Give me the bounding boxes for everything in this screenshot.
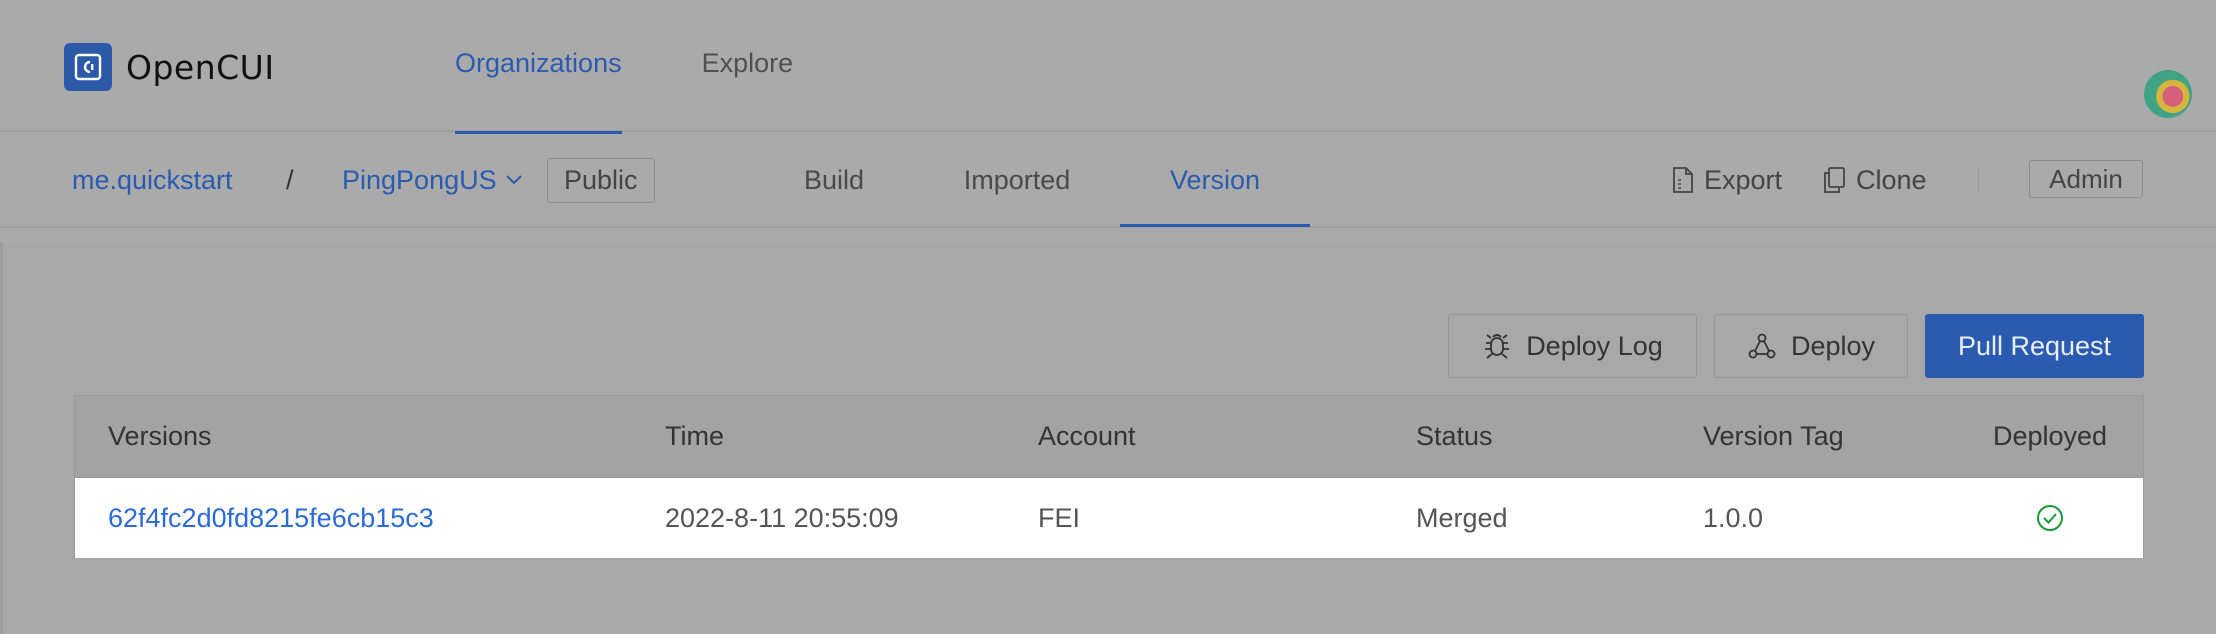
project-header: me.quickstart / PingPongUS Public Build … [0,134,2216,228]
pull-request-button[interactable]: Pull Request [1925,314,2144,378]
breadcrumb-org[interactable]: me.quickstart [72,134,233,226]
deploy-button[interactable]: Deploy [1714,314,1908,378]
version-time: 2022-8-11 20:55:09 [665,502,899,533]
chevron-down-icon [505,175,522,185]
column-account: Account [1038,421,1136,451]
top-nav: Organizations Explore [455,0,873,134]
deploy-log-button[interactable]: Deploy Log [1448,314,1697,378]
breadcrumb-separator: / [286,134,294,226]
app-logo[interactable]: OpenCUI [64,43,275,91]
top-header: OpenCUI Organizations Explore [0,0,2216,134]
user-avatar[interactable] [2144,70,2192,118]
logo-icon [64,43,112,91]
version-tag: 1.0.0 [1703,502,1764,533]
tab-version[interactable]: Version [1120,134,1310,227]
table-row[interactable]: 62f4fc2d0fd8215fe6cb15c3 2022-8-11 20:55… [75,478,2143,558]
deployed-check-icon [2036,478,2064,558]
project-selector[interactable]: PingPongUS [342,134,523,226]
tab-build[interactable]: Build [784,134,884,226]
project-name: PingPongUS [342,164,497,195]
nav-organizations[interactable]: Organizations [455,0,622,134]
table-header: Versions Time Account Status Version Tag… [75,396,2143,478]
deploy-icon [1748,333,1776,359]
tab-imported[interactable]: Imported [944,134,1090,226]
clone-label: Clone [1856,164,1927,195]
admin-button[interactable]: Admin [2029,160,2143,198]
app-name: OpenCUI [126,47,275,87]
visibility-badge: Public [547,158,655,203]
export-button[interactable]: Export [1672,134,1782,226]
copy-icon [1824,167,1845,193]
column-version-tag: Version Tag [1703,421,1844,451]
actions-divider [1978,166,1979,194]
column-deployed: Deployed [1993,421,2108,451]
breadcrumb-org-link[interactable]: me.quickstart [72,165,233,196]
version-id-link[interactable]: 62f4fc2d0fd8215fe6cb15c3 [108,478,434,558]
nav-explore[interactable]: Explore [702,0,794,132]
version-status: Merged [1416,502,1508,533]
column-status: Status [1416,421,1493,451]
export-label: Export [1704,164,1783,195]
clone-button[interactable]: Clone [1822,134,1927,226]
bug-icon [1485,334,1510,359]
deploy-label: Deploy [1790,330,1876,361]
column-time: Time [665,421,724,451]
version-account: FEI [1038,502,1081,533]
versions-table: Versions Time Account Status Version Tag… [74,395,2144,558]
column-versions: Versions [108,421,212,451]
deploy-log-label: Deploy Log [1526,330,1663,361]
breadcrumb-separator-text: / [286,164,294,195]
file-icon [1673,167,1693,193]
